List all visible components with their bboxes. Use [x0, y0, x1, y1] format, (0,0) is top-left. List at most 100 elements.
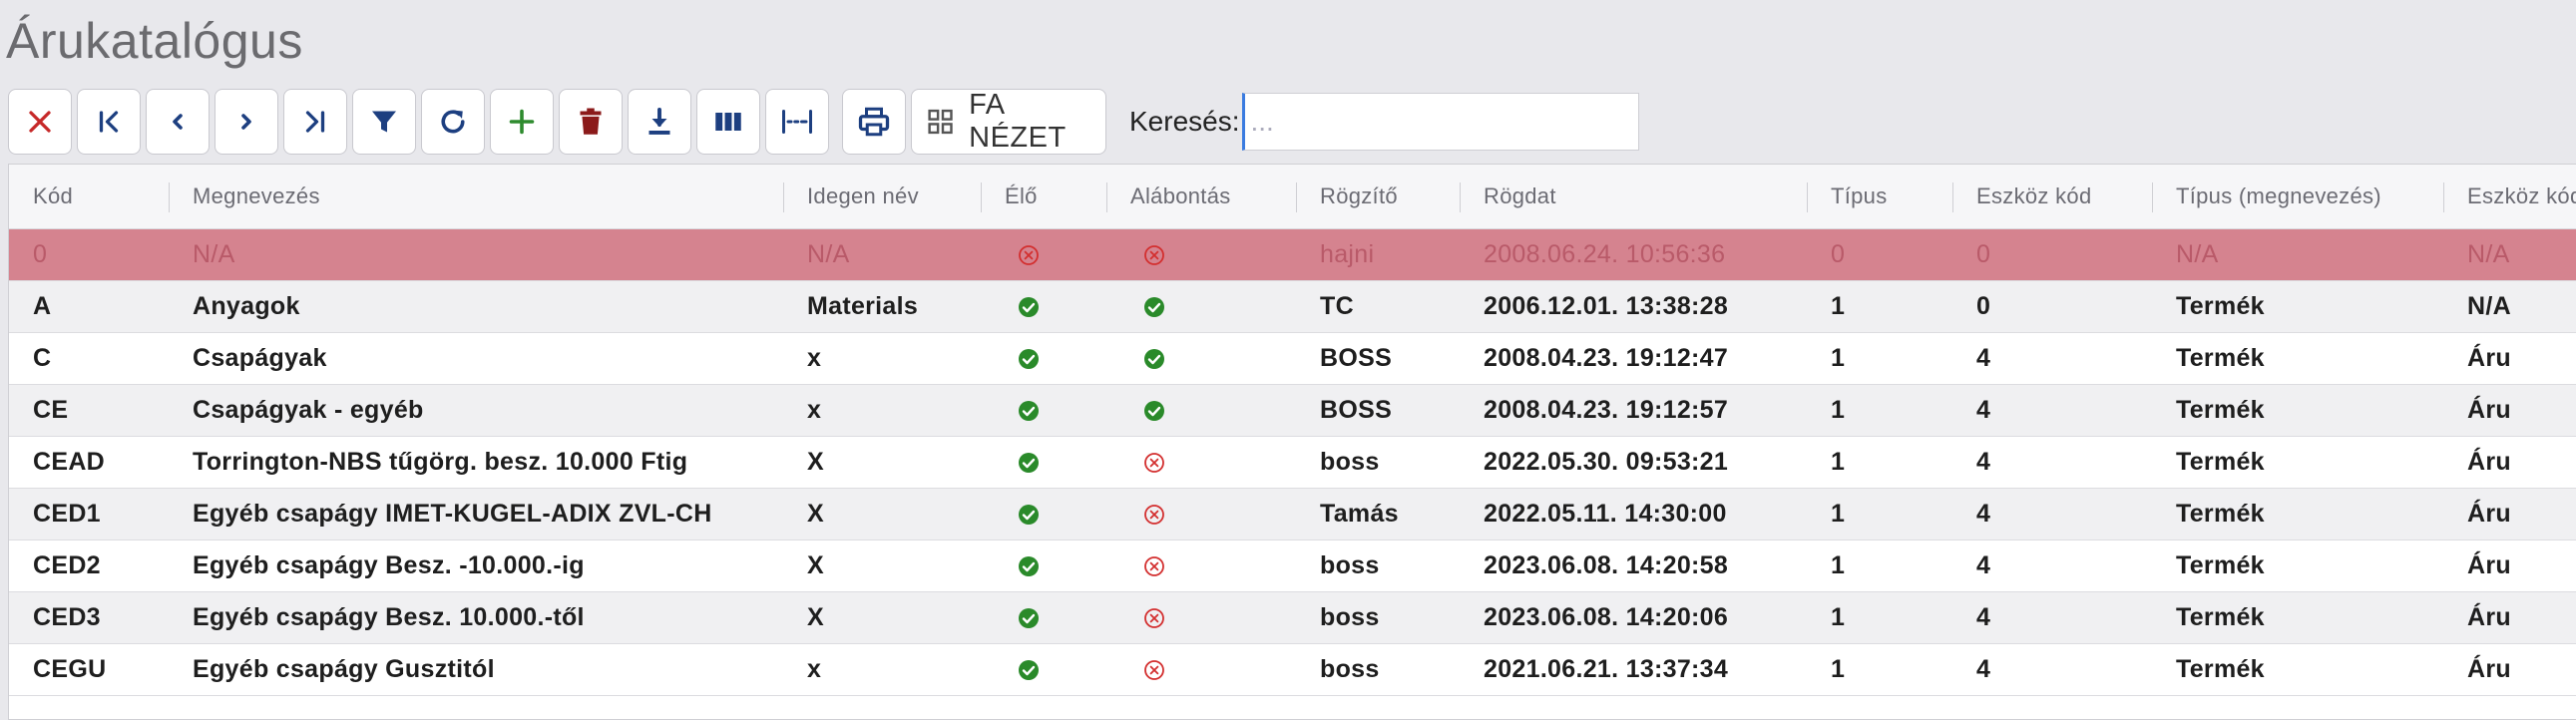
col-tipus-cell: 1	[1807, 280, 1952, 333]
last-record-button[interactable]	[283, 89, 347, 155]
col-alabontas-cell	[1106, 332, 1296, 385]
column-header-label: Rögzítő	[1320, 183, 1398, 208]
export-button[interactable]	[628, 89, 691, 155]
column-header-label: Rögdat	[1484, 183, 1556, 208]
col-tipus-megnevezes-header[interactable]: Típus (megnevezés)	[2152, 165, 2443, 229]
column-divider[interactable]	[783, 182, 784, 212]
col-elo-cell	[981, 280, 1106, 333]
col-kod-cell: CED1	[9, 488, 169, 540]
column-divider[interactable]	[2152, 182, 2153, 212]
col-idegen-nev-header[interactable]: Idegen név	[783, 165, 981, 229]
col-kod-cell: CEAD	[9, 436, 169, 489]
x-circle-icon	[1017, 240, 1041, 269]
col-eszkoz-kod-2-header[interactable]: Eszköz kód	[2443, 165, 2576, 229]
col-tipus-cell: 1	[1807, 436, 1952, 489]
col-rogdat-cell: 2008.04.23. 19:12:47	[1460, 332, 1807, 385]
col-kod-cell: A	[9, 280, 169, 333]
table-row[interactable]: C Csapágyak x BOSS 2008.04.23. 19:12:47 1 4 Ter…	[9, 332, 2576, 385]
print-button[interactable]	[842, 89, 906, 155]
table-row[interactable]: CED2 Egyéb csapágy Besz. -10.000.-ig Xboss…	[9, 540, 2576, 592]
col-alabontas-cell	[1106, 436, 1296, 489]
col-eszkoz-kod-2-cell: Áru	[2443, 384, 2576, 437]
col-tipus-megnevezes-cell: Termék	[2152, 332, 2443, 385]
col-eszkoz-kod-2-cell: Áru	[2443, 332, 2576, 385]
col-megnevezes-cell: Csapágyak - egyéb	[169, 384, 783, 437]
col-eszkoz-kod-header[interactable]: Eszköz kód	[1952, 165, 2152, 229]
col-tipus-cell: 1	[1807, 643, 1952, 696]
col-idegen-nev-cell: N/A	[783, 228, 981, 281]
add-button[interactable]	[490, 89, 554, 155]
column-divider[interactable]	[1296, 182, 1297, 212]
refresh-icon	[441, 110, 465, 134]
table-row[interactable]: CED1 Egyéb csapágy IMET-KUGEL-ADIX ZVL-CH…	[9, 488, 2576, 540]
tree-view-button[interactable]: FA NÉZET	[911, 89, 1106, 155]
table-row[interactable]: CE Csapágyak - egyéb x BOSS 2008.04.23. 19:1…	[9, 384, 2576, 437]
search-input[interactable]	[1241, 93, 1639, 151]
col-elo-cell	[981, 436, 1106, 489]
col-rogdat-header[interactable]: Rögdat	[1460, 165, 1807, 229]
column-divider[interactable]	[2443, 182, 2444, 212]
col-megnevezes-cell: Anyagok	[169, 280, 783, 333]
col-eszkoz-kod-cell: 4	[1952, 643, 2152, 696]
col-kod-header[interactable]: Kód	[9, 165, 169, 229]
column-divider[interactable]	[169, 182, 170, 212]
col-eszkoz-kod-cell: 4	[1952, 436, 2152, 489]
col-kod-cell: 0	[9, 228, 169, 281]
col-megnevezes-cell: Csapágyak	[169, 332, 783, 385]
check-circle-icon	[1142, 292, 1166, 321]
col-tipus-megnevezes-cell: Termék	[2152, 540, 2443, 592]
col-rogdat-cell: 2008.04.23. 19:12:57	[1460, 384, 1807, 437]
col-tipus-cell: 1	[1807, 591, 1952, 644]
column-divider[interactable]	[981, 182, 982, 212]
col-tipus-cell: 1	[1807, 332, 1952, 385]
col-alabontas-cell	[1106, 540, 1296, 592]
previous-record-button[interactable]	[146, 89, 210, 155]
table-row[interactable]: A Anyagok Materials TC 2006.12.01. 13:38:28 1…	[9, 280, 2576, 333]
column-width-icon	[782, 110, 812, 134]
col-tipus-megnevezes-cell: Termék	[2152, 488, 2443, 540]
close-button[interactable]	[8, 89, 72, 155]
column-width-button[interactable]	[765, 89, 829, 155]
column-header-label: Típus	[1831, 183, 1888, 208]
printer-icon	[858, 107, 890, 137]
col-rogzito-header[interactable]: Rögzítő	[1296, 165, 1460, 229]
delete-button[interactable]	[559, 89, 623, 155]
col-alabontas-cell	[1106, 228, 1296, 281]
col-rogdat-cell: 2006.12.01. 13:38:28	[1460, 280, 1807, 333]
table-row[interactable]: CEAD Torrington-NBS tűgörg. besz. 10.000 …	[9, 436, 2576, 489]
table-row[interactable]: CEGU Egyéb csapágy Gusztitól x boss 2021.06.…	[9, 643, 2576, 696]
col-elo-header[interactable]: Élő	[981, 165, 1106, 229]
col-idegen-nev-cell: Materials	[783, 280, 981, 333]
col-tipus-megnevezes-cell: Termék	[2152, 591, 2443, 644]
col-eszkoz-kod-2-cell: Áru	[2443, 540, 2576, 592]
last-page-icon	[305, 111, 325, 133]
column-divider[interactable]	[1807, 182, 1808, 212]
col-rogdat-cell: 2021.06.21. 13:37:34	[1460, 643, 1807, 696]
col-megnevezes-header[interactable]: Megnevezés	[169, 165, 783, 229]
column-divider[interactable]	[1952, 182, 1953, 212]
col-tipus-header[interactable]: Típus	[1807, 165, 1952, 229]
first-page-icon	[99, 111, 119, 133]
filter-button[interactable]	[352, 89, 416, 155]
table-row[interactable]: CED3 Egyéb csapágy Besz. 10.000.-től Xboss…	[9, 591, 2576, 644]
next-record-button[interactable]	[215, 89, 278, 155]
col-kod-cell: CE	[9, 384, 169, 437]
col-kod-cell: CED2	[9, 540, 169, 592]
refresh-button[interactable]	[421, 89, 485, 155]
col-alabontas-header[interactable]: Alábontás	[1106, 165, 1296, 229]
col-elo-cell	[981, 540, 1106, 592]
table-body: 0 N/A N/A hajni 2008.06.24. 10:56:36 0 0 N/A N/A…	[9, 228, 2576, 696]
column-header-label: Idegen név	[807, 183, 919, 208]
first-record-button[interactable]	[77, 89, 141, 155]
table-row[interactable]: 0 N/A N/A hajni 2008.06.24. 10:56:36 0 0 N/A N/A	[9, 228, 2576, 281]
check-circle-icon	[1017, 448, 1041, 477]
column-divider[interactable]	[1460, 182, 1461, 212]
col-rogzito-cell: boss	[1296, 436, 1460, 489]
col-tipus-cell: 1	[1807, 540, 1952, 592]
columns-button[interactable]	[696, 89, 760, 155]
col-rogzito-cell: hajni	[1296, 228, 1460, 281]
col-alabontas-cell	[1106, 384, 1296, 437]
col-rogdat-cell: 2023.06.08. 14:20:58	[1460, 540, 1807, 592]
col-eszkoz-kod-cell: 0	[1952, 228, 2152, 281]
column-divider[interactable]	[1106, 182, 1107, 212]
